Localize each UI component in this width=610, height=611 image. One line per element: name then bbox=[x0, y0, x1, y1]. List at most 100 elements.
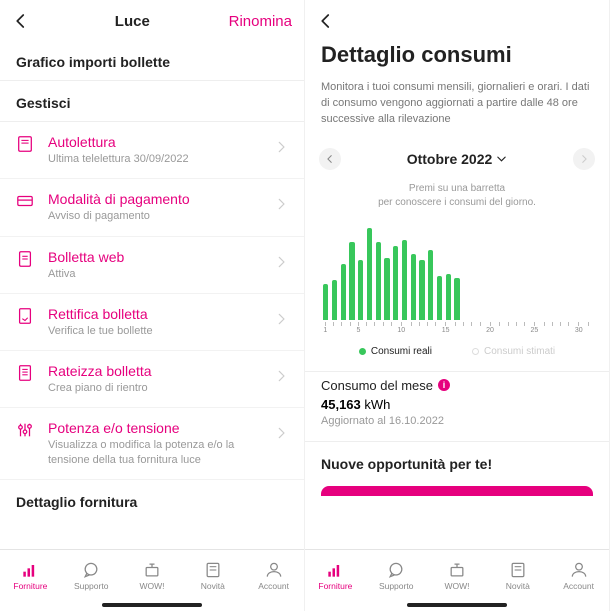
phone-left: Luce Rinomina Grafico importi bollette G… bbox=[0, 0, 305, 611]
info-icon[interactable]: i bbox=[438, 379, 450, 391]
chart-bar[interactable] bbox=[437, 276, 442, 320]
tab-novità[interactable]: Novità bbox=[182, 550, 243, 600]
tab-label: Supporto bbox=[379, 581, 414, 591]
chart-bar[interactable] bbox=[411, 254, 416, 320]
novità-icon bbox=[203, 560, 223, 580]
row-bolletta-web[interactable]: Bolletta web Attiva bbox=[0, 237, 304, 294]
row-title: Rettifica bolletta bbox=[48, 306, 274, 322]
tab-novità[interactable]: Novità bbox=[487, 550, 548, 600]
tab-wow![interactable]: WOW! bbox=[427, 550, 488, 600]
chevron-left-icon bbox=[317, 12, 335, 30]
account-icon bbox=[569, 560, 589, 580]
row-sub: Attiva bbox=[48, 267, 274, 281]
month-label-text: Ottobre 2022 bbox=[407, 151, 493, 167]
row-title: Bolletta web bbox=[48, 249, 274, 265]
row-potenza[interactable]: Potenza e/o tensione Visualizza o modifi… bbox=[0, 408, 304, 480]
navbar: Luce Rinomina bbox=[0, 0, 304, 40]
row-autolettura[interactable]: Autolettura Ultima telelettura 30/09/202… bbox=[0, 122, 304, 179]
next-month-button[interactable] bbox=[573, 148, 595, 170]
row-rateizza[interactable]: Rateizza bolletta Crea piano di rientro bbox=[0, 351, 304, 408]
tabbar: Forniture Supporto WOW! Novità Account bbox=[305, 549, 609, 611]
row-payment[interactable]: Modalità di pagamento Avviso di pagament… bbox=[0, 179, 304, 236]
chart-bar[interactable] bbox=[367, 228, 372, 320]
sliders-icon bbox=[16, 421, 36, 439]
tab-wow![interactable]: WOW! bbox=[122, 550, 183, 600]
month-selector[interactable]: Ottobre 2022 bbox=[407, 151, 508, 167]
tab-label: Novità bbox=[506, 581, 530, 591]
home-indicator bbox=[102, 603, 202, 607]
consumption-value: 45,163 kWh bbox=[321, 397, 593, 412]
row-sub: Visualizza o modifica la potenza e/o la … bbox=[48, 438, 274, 467]
bar-chart: 151015202530 bbox=[305, 220, 609, 334]
tab-label: WOW! bbox=[139, 581, 164, 591]
account-icon bbox=[264, 560, 284, 580]
wow!-icon bbox=[447, 560, 467, 580]
tab-supporto[interactable]: Supporto bbox=[61, 550, 122, 600]
chart-bar[interactable] bbox=[349, 242, 354, 320]
row-title: Potenza e/o tensione bbox=[48, 420, 274, 436]
section-header-manage: Gestisci bbox=[0, 81, 304, 122]
chart-bar[interactable] bbox=[428, 250, 433, 320]
page-title: Dettaglio consumi bbox=[305, 40, 609, 76]
legend-est: Consumi stimati bbox=[472, 346, 555, 357]
prev-month-button[interactable] bbox=[319, 148, 341, 170]
tab-label: WOW! bbox=[444, 581, 469, 591]
chevron-right-icon bbox=[274, 140, 288, 154]
chart-bar[interactable] bbox=[454, 278, 459, 320]
wow!-icon bbox=[142, 560, 162, 580]
home-indicator bbox=[407, 603, 507, 607]
chart-bar[interactable] bbox=[323, 284, 328, 320]
chart-hint: Premi su una barretta per conoscere i co… bbox=[305, 176, 609, 220]
promo-card[interactable] bbox=[321, 486, 593, 496]
chevron-right-icon bbox=[274, 197, 288, 211]
row-title: Autolettura bbox=[48, 134, 274, 150]
row-sub: Avviso di pagamento bbox=[48, 209, 274, 223]
page-desc: Monitora i tuoi consumi mensili, giornal… bbox=[305, 76, 609, 142]
tabbar: Forniture Supporto WOW! Novità Account bbox=[0, 549, 304, 611]
opportunities-title: Nuove opportunità per te! bbox=[305, 442, 609, 486]
manage-list: Autolettura Ultima telelettura 30/09/202… bbox=[0, 122, 304, 549]
chart-bar[interactable] bbox=[376, 242, 381, 320]
chart-bar[interactable] bbox=[332, 280, 337, 320]
chart-bar[interactable] bbox=[393, 246, 398, 320]
dot-icon bbox=[359, 348, 366, 355]
chevron-left-icon bbox=[12, 12, 30, 30]
rename-button[interactable]: Rinomina bbox=[229, 13, 292, 30]
chart-bar[interactable] bbox=[402, 240, 407, 320]
consumption-date: Aggiornato al 16.10.2022 bbox=[321, 415, 593, 427]
month-consumption: Consumo del mese i 45,163 kWh Aggiornato… bbox=[305, 371, 609, 442]
row-title: Rateizza bolletta bbox=[48, 363, 274, 379]
forniture-icon bbox=[20, 560, 40, 580]
chart-bar[interactable] bbox=[446, 274, 451, 320]
month-nav: Ottobre 2022 bbox=[305, 142, 609, 176]
row-sub: Crea piano di rientro bbox=[48, 381, 274, 395]
chart-legend: Consumi reali Consumi stimati bbox=[305, 334, 609, 371]
dot-icon bbox=[472, 348, 479, 355]
tab-account[interactable]: Account bbox=[243, 550, 304, 600]
tab-account[interactable]: Account bbox=[548, 550, 609, 600]
tab-supporto[interactable]: Supporto bbox=[366, 550, 427, 600]
chart-bar[interactable] bbox=[384, 258, 389, 320]
tab-label: Forniture bbox=[13, 581, 47, 591]
tab-label: Account bbox=[563, 581, 594, 591]
phone-right: Dettaglio consumi Monitora i tuoi consum… bbox=[305, 0, 610, 611]
tab-label: Account bbox=[258, 581, 289, 591]
section-header-chart: Grafico importi bollette bbox=[0, 40, 304, 81]
receipt-icon bbox=[16, 307, 36, 325]
row-rettifica[interactable]: Rettifica bolletta Verifica le tue bolle… bbox=[0, 294, 304, 351]
back-button[interactable] bbox=[317, 12, 341, 30]
section-header-detail: Dettaglio fornitura bbox=[0, 480, 304, 520]
consumption-title: Consumo del mese i bbox=[321, 378, 593, 393]
back-button[interactable] bbox=[12, 12, 36, 30]
tab-label: Supporto bbox=[74, 581, 109, 591]
chevron-right-icon bbox=[274, 312, 288, 326]
tab-forniture[interactable]: Forniture bbox=[0, 550, 61, 600]
chart-bar[interactable] bbox=[341, 264, 346, 320]
chart-bar[interactable] bbox=[358, 260, 363, 320]
forniture-icon bbox=[325, 560, 345, 580]
chart-bar[interactable] bbox=[419, 260, 424, 320]
meter-icon bbox=[16, 135, 36, 153]
tab-label: Forniture bbox=[318, 581, 352, 591]
chevron-right-icon bbox=[274, 255, 288, 269]
tab-forniture[interactable]: Forniture bbox=[305, 550, 366, 600]
